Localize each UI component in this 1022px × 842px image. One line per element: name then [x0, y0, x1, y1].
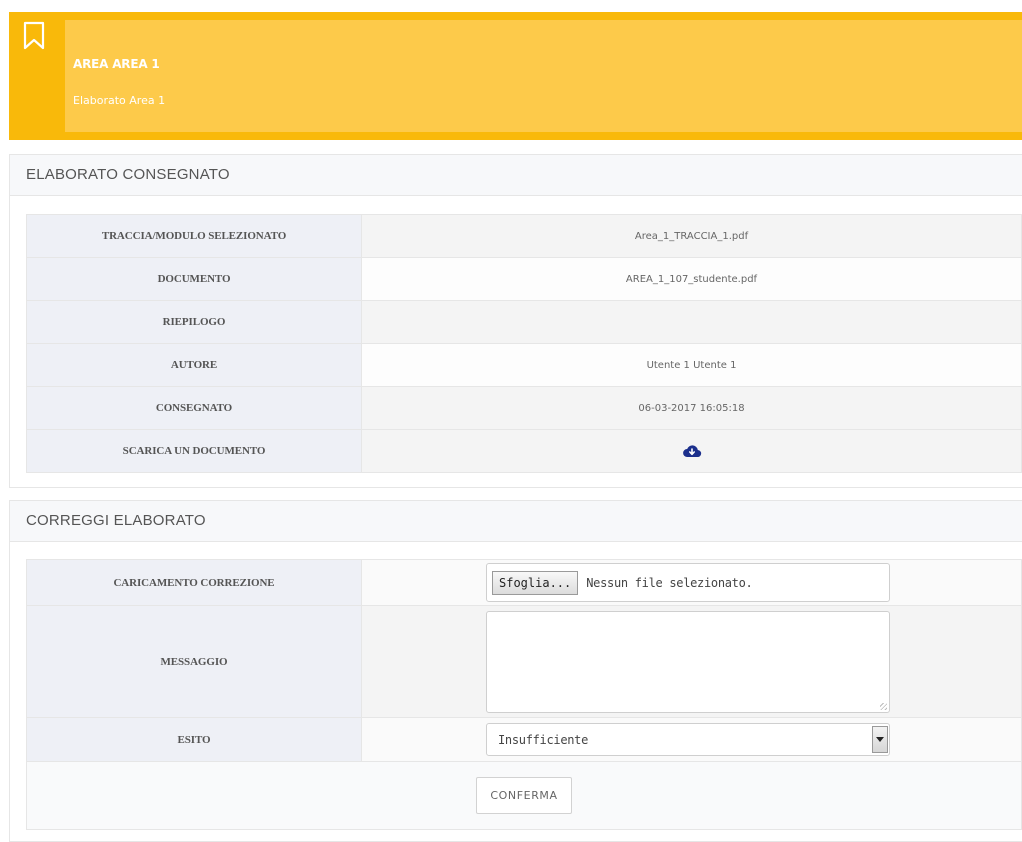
table-row: RIEPILOGO [26, 300, 1022, 344]
delivered-table: TRACCIA/MODULO SELEZIONATO Area_1_TRACCI… [26, 214, 1022, 473]
file-upload-input[interactable]: Sfoglia... Nessun file selezionato. [486, 563, 890, 602]
row-label: RIEPILOGO [26, 300, 362, 344]
upload-cell: Sfoglia... Nessun file selezionato. [361, 559, 1022, 606]
row-label: SCARICA UN DOCUMENTO [26, 429, 362, 473]
table-row: DOCUMENTO AREA_1_107_studente.pdf [26, 257, 1022, 301]
delivered-panel: ELABORATO CONSEGNATO TRACCIA/MODULO SELE… [9, 154, 1022, 488]
correction-table: CARICAMENTO CORREZIONE Sfoglia... Nessun… [26, 559, 1022, 830]
header-content [65, 20, 1022, 132]
table-row: MESSAGGIO [26, 605, 1022, 718]
outcome-cell: Insufficiente [361, 717, 1022, 762]
correction-panel: CORREGGI ELABORATO CARICAMENTO CORREZION… [9, 500, 1022, 842]
browse-button[interactable]: Sfoglia... [492, 570, 579, 595]
row-label: CARICAMENTO CORREZIONE [26, 559, 362, 606]
table-row: ESITO Insufficiente [26, 717, 1022, 762]
confirm-button[interactable]: CONFERMA [476, 777, 572, 814]
document-file: AREA_1_107_studente.pdf [361, 257, 1022, 301]
message-textarea[interactable] [486, 610, 890, 713]
resize-handle[interactable] [880, 702, 887, 710]
summary-value [361, 300, 1022, 344]
header-banner: AREA AREA 1 Elaborato Area 1 [9, 12, 1022, 140]
page-subtitle: Elaborato Area 1 [73, 94, 166, 107]
row-label: TRACCIA/MODULO SELEZIONATO [26, 214, 362, 258]
outcome-select[interactable]: Insufficiente [486, 723, 890, 756]
author-value: Utente 1 Utente 1 [361, 343, 1022, 387]
selected-track-file: Area_1_TRACCIA_1.pdf [361, 214, 1022, 258]
download-cell [361, 429, 1022, 473]
message-cell [361, 605, 1022, 718]
row-label: CONSEGNATO [26, 386, 362, 430]
table-row: CONFERMA [26, 761, 1022, 830]
table-row: TRACCIA/MODULO SELEZIONATO Area_1_TRACCI… [26, 214, 1022, 258]
delivered-date: 06-03-2017 16:05:18 [361, 386, 1022, 430]
correction-heading: CORREGGI ELABORATO [10, 501, 1022, 542]
delivered-heading: ELABORATO CONSEGNATO [10, 155, 1022, 196]
table-row: AUTORE Utente 1 Utente 1 [26, 343, 1022, 387]
row-label: MESSAGGIO [26, 605, 362, 718]
cloud-download-icon[interactable] [682, 443, 702, 459]
page-title: AREA AREA 1 [73, 57, 160, 71]
row-label: ESITO [26, 717, 362, 762]
table-row: CONSEGNATO 06-03-2017 16:05:18 [26, 386, 1022, 430]
outcome-selected-value: Insufficiente [498, 732, 589, 747]
table-row: CARICAMENTO CORREZIONE Sfoglia... Nessun… [26, 559, 1022, 606]
file-status: Nessun file selezionato. [586, 575, 753, 590]
row-label: DOCUMENTO [26, 257, 362, 301]
bookmark-icon [23, 21, 45, 50]
submit-cell: CONFERMA [26, 761, 1022, 830]
chevron-down-icon[interactable] [872, 726, 888, 753]
row-label: AUTORE [26, 343, 362, 387]
table-row: SCARICA UN DOCUMENTO [26, 429, 1022, 473]
